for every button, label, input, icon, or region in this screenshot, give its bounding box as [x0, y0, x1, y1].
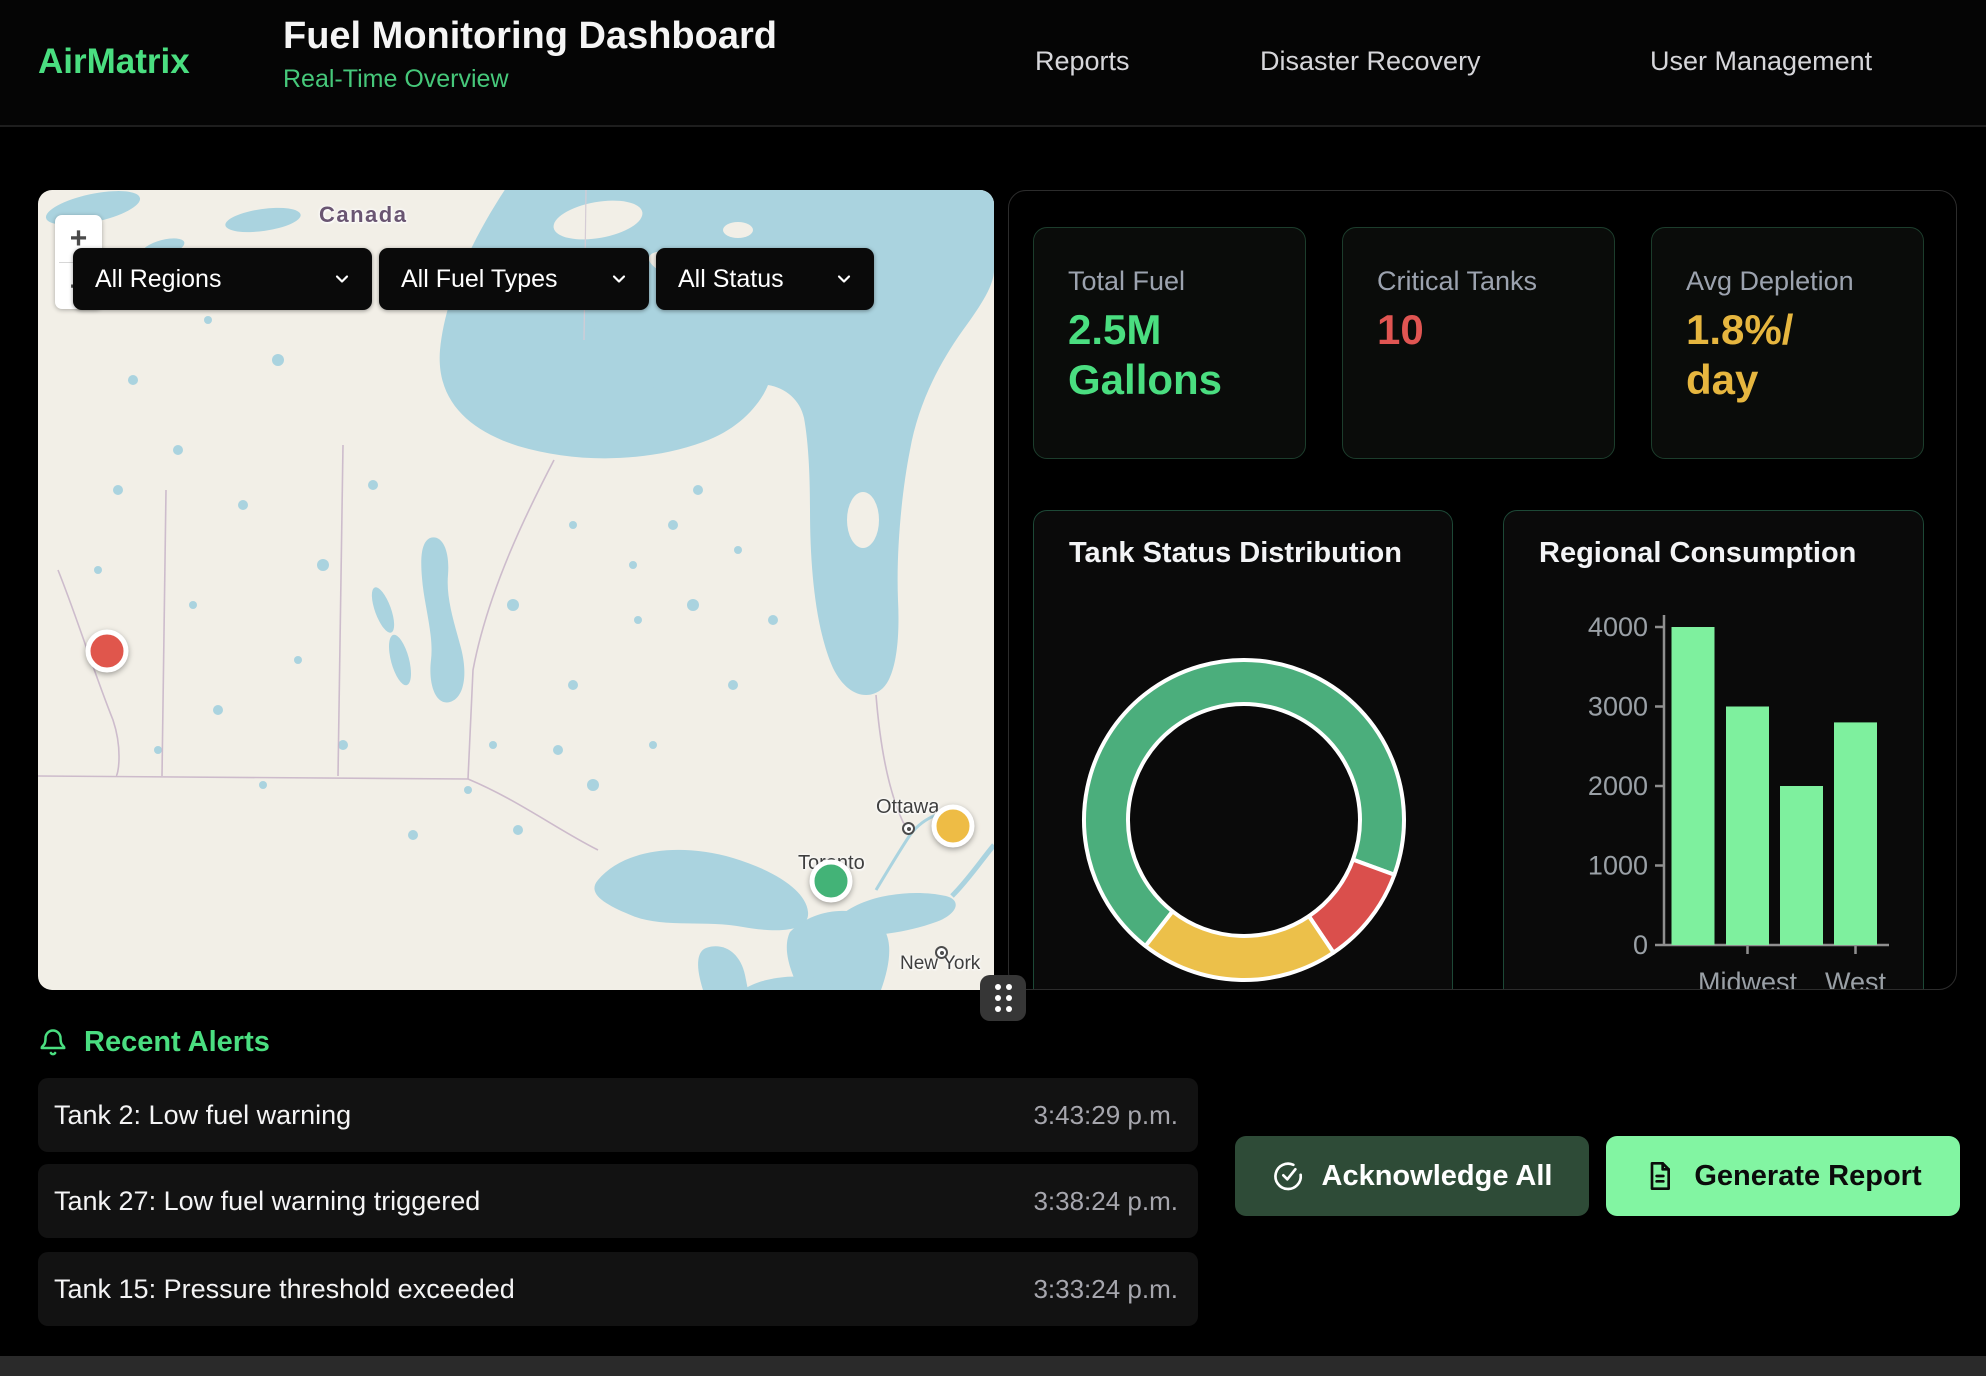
map-label-ottawa: Ottawa: [876, 796, 939, 819]
alert-timestamp: 3:33:24 p.m.: [1033, 1274, 1178, 1305]
fuel-monitoring-dashboard: AirMatrix Fuel Monitoring Dashboard Real…: [0, 0, 1986, 1376]
svg-text:4000: 4000: [1588, 612, 1648, 642]
svg-text:Midwest: Midwest: [1698, 967, 1798, 990]
svg-text:3000: 3000: [1588, 692, 1648, 722]
new-york-city-dot-icon: [935, 946, 948, 959]
page-subtitle: Real-Time Overview: [283, 65, 777, 94]
file-text-icon: [1644, 1160, 1676, 1192]
bottom-bar: [0, 1356, 1986, 1376]
regional-consumption-card: Regional Consumption 01000200030004000Mi…: [1503, 510, 1924, 990]
check-circle-icon: [1272, 1160, 1304, 1192]
red-tank-marker[interactable]: [86, 630, 129, 673]
svg-text:0: 0: [1633, 930, 1648, 960]
svg-text:2000: 2000: [1588, 771, 1648, 801]
chevron-down-icon: [609, 269, 629, 289]
status-filter-dropdown[interactable]: All Status: [656, 248, 874, 310]
stat-value: 10: [1377, 305, 1614, 355]
title-block: Fuel Monitoring Dashboard Real-Time Over…: [283, 15, 777, 94]
stat-value: 2.5MGallons: [1068, 305, 1305, 406]
nav-item-reports[interactable]: Reports: [1035, 46, 1130, 77]
tank-status-distribution-card: Tank Status Distribution: [1033, 510, 1453, 990]
alert-message: Tank 2: Low fuel warning: [54, 1100, 351, 1131]
svg-text:1000: 1000: [1588, 851, 1648, 881]
map-filter-bar: All Regions All Fuel Types All Status: [73, 248, 874, 310]
grid-dots-icon: [995, 984, 1012, 1012]
chevron-down-icon: [332, 269, 352, 289]
stat-label: Avg Depletion: [1686, 266, 1923, 297]
region-filter-dropdown[interactable]: All Regions: [73, 248, 372, 310]
acknowledge-all-button[interactable]: Acknowledge All: [1235, 1136, 1589, 1216]
alert-timestamp: 3:38:24 p.m.: [1033, 1186, 1178, 1217]
acknowledge-all-label: Acknowledge All: [1322, 1160, 1553, 1193]
bell-icon: [38, 1028, 68, 1058]
regional-consumption-bar-chart: 0 1000 2000 3000 4000 Midwest West: [1504, 511, 1925, 990]
nav-item-user-management[interactable]: User Management: [1650, 46, 1872, 77]
stat-label: Critical Tanks: [1377, 266, 1614, 297]
generate-report-button[interactable]: Generate Report: [1606, 1136, 1960, 1216]
generate-report-label: Generate Report: [1694, 1160, 1921, 1193]
stat-card-avg-depletion: Avg Depletion 1.8%/day: [1651, 227, 1924, 459]
brand-logo: AirMatrix: [38, 42, 190, 82]
map-label-canada: Canada: [319, 202, 407, 228]
nav-item-disaster-recovery[interactable]: Disaster Recovery: [1260, 46, 1481, 77]
tank-status-donut-chart: [1034, 511, 1454, 990]
alert-row[interactable]: Tank 2: Low fuel warning 3:43:29 p.m.: [38, 1078, 1198, 1152]
svg-text:West: West: [1825, 967, 1887, 990]
fuel-type-filter-value: All Fuel Types: [401, 265, 558, 294]
status-filter-value: All Status: [678, 265, 784, 294]
alert-message: Tank 15: Pressure threshold exceeded: [54, 1274, 515, 1305]
alert-timestamp: 3:43:29 p.m.: [1033, 1100, 1178, 1131]
page-title: Fuel Monitoring Dashboard: [283, 15, 777, 58]
green-tank-marker[interactable]: [810, 860, 853, 903]
alert-row[interactable]: Tank 15: Pressure threshold exceeded 3:3…: [38, 1252, 1198, 1326]
alert-message: Tank 27: Low fuel warning triggered: [54, 1186, 480, 1217]
yellow-tank-marker[interactable]: [932, 805, 975, 848]
alert-row[interactable]: Tank 27: Low fuel warning triggered 3:38…: [38, 1164, 1198, 1238]
chevron-down-icon: [834, 269, 854, 289]
stat-value: 1.8%/day: [1686, 305, 1923, 406]
header-bar: AirMatrix Fuel Monitoring Dashboard Real…: [0, 0, 1986, 127]
stat-label: Total Fuel: [1068, 266, 1305, 297]
stat-card-total-fuel: Total Fuel 2.5MGallons: [1033, 227, 1306, 459]
metrics-panel: Total Fuel 2.5MGallons Critical Tanks 10…: [1008, 190, 1957, 990]
stat-card-critical-tanks: Critical Tanks 10: [1342, 227, 1615, 459]
ottawa-city-dot-icon: [902, 822, 915, 835]
fuel-tank-map[interactable]: Canada Ottawa Toronto New York + − All R…: [38, 190, 994, 990]
region-filter-value: All Regions: [95, 265, 221, 294]
fuel-type-filter-dropdown[interactable]: All Fuel Types: [379, 248, 649, 310]
map-drag-handle-button[interactable]: [980, 975, 1026, 1021]
recent-alerts-heading: Recent Alerts: [38, 1026, 270, 1059]
recent-alerts-title: Recent Alerts: [84, 1026, 270, 1059]
